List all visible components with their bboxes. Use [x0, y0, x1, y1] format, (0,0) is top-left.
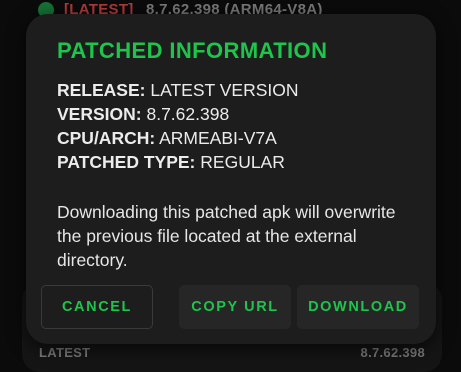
- arch-row: CPU/ARCH: ARMEABI-V7A: [57, 126, 417, 150]
- version-value: 8.7.62.398: [146, 104, 230, 124]
- cancel-button[interactable]: CANCEL: [41, 285, 153, 329]
- background-latest-label: LATEST: [39, 345, 91, 360]
- release-key: RELEASE:: [57, 80, 146, 100]
- patch-info-list: RELEASE: LATEST VERSION VERSION: 8.7.62.…: [57, 78, 417, 174]
- patched-information-dialog: PATCHED INFORMATION RELEASE: LATEST VERS…: [26, 14, 436, 344]
- patched-type-key: PATCHED TYPE:: [57, 152, 196, 172]
- dialog-description: Downloading this patched apk will overwr…: [57, 202, 396, 270]
- copy-url-button[interactable]: COPY URL: [179, 285, 291, 329]
- release-value: LATEST VERSION: [150, 80, 299, 100]
- arch-key: CPU/ARCH:: [57, 128, 156, 148]
- patched-type-value: REGULAR: [200, 152, 285, 172]
- patched-type-row: PATCHED TYPE: REGULAR: [57, 150, 417, 174]
- download-button[interactable]: DOWNLOAD: [297, 285, 419, 329]
- release-row: RELEASE: LATEST VERSION: [57, 78, 417, 102]
- dialog-title: PATCHED INFORMATION: [57, 38, 328, 63]
- version-key: VERSION:: [57, 104, 142, 124]
- version-row: VERSION: 8.7.62.398: [57, 102, 417, 126]
- background-version-label: 8.7.62.398: [360, 345, 425, 360]
- arch-value: ARMEABI-V7A: [159, 128, 277, 148]
